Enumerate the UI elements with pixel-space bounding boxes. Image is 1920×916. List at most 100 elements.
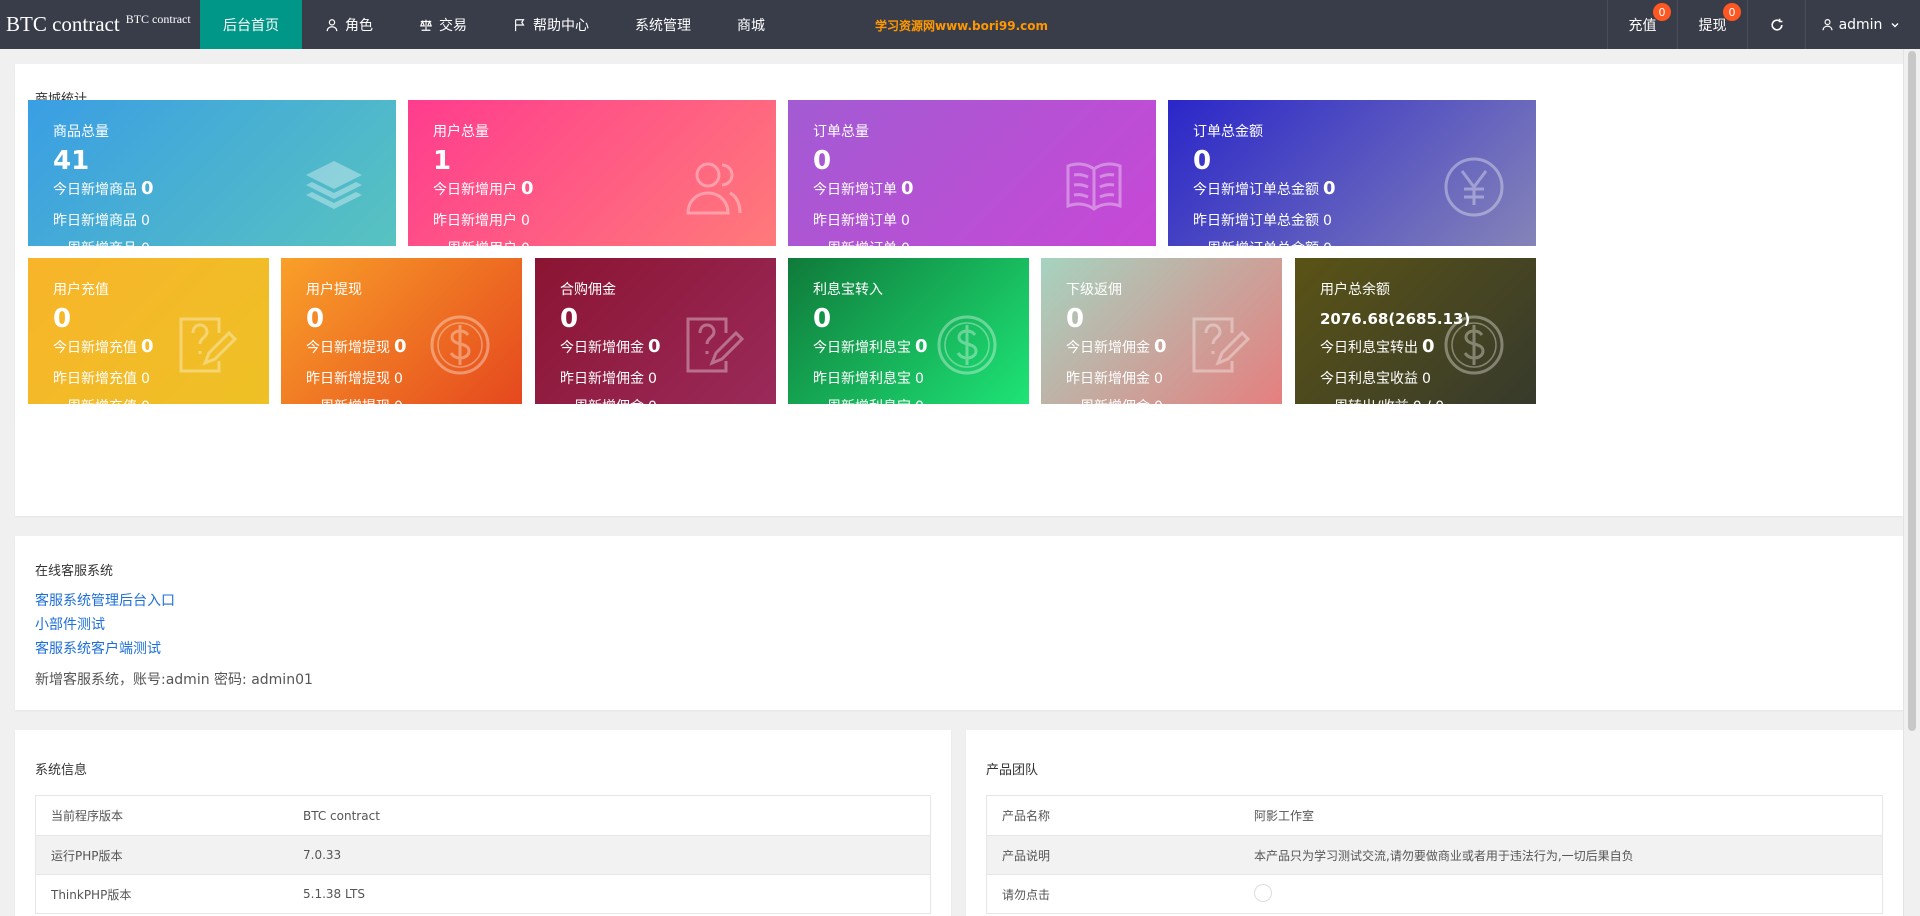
stat-value: 0 [1193, 146, 1212, 176]
withdraw-badge: 0 [1723, 3, 1741, 21]
vertical-scrollbar[interactable] [1903, 49, 1920, 916]
nav-home[interactable]: 后台首页 [200, 0, 302, 49]
stat-line-value: 0 [394, 371, 403, 387]
product-team-table: 产品名称 阿影工作室 产品说明 本产品只为学习测试交流,请勿要做商业或者用于违法… [986, 795, 1883, 914]
nav-help[interactable]: 帮助中心 [490, 0, 612, 49]
user-icon [1822, 19, 1833, 31]
stat-value: 0 [813, 304, 832, 334]
stat-card: 利息宝转入0今日新增利息宝0昨日新增利息宝0一周新增利息宝0 [788, 258, 1029, 404]
stat-line-yesterday: 昨日新增利息宝 0 [813, 368, 924, 388]
stat-line-label: 今日新增佣金 [1066, 340, 1150, 356]
stat-line-value: 0 [1422, 336, 1435, 357]
nav-trade-label: 交易 [439, 17, 467, 34]
stat-label: 用户总余额 [1320, 282, 1390, 298]
user-menu[interactable]: admin [1805, 0, 1920, 49]
stat-line-label: 一周新增佣金 [1066, 399, 1150, 404]
system-info-title: 系统信息 [35, 763, 88, 778]
stat-line-label: 一周新增佣金 [560, 399, 644, 404]
stat-line-value: 0 / 0 [1413, 399, 1444, 404]
stat-line-value: 0 [1323, 213, 1332, 229]
withdraw-button[interactable]: 提现 0 [1677, 0, 1747, 49]
brand-title: BTC contract [6, 12, 120, 36]
stat-label: 利息宝转入 [813, 282, 883, 298]
stat-line-label: 一周新增提现 [306, 399, 390, 404]
stat-line-today: 今日新增商品 0 [53, 178, 154, 199]
stat-label: 用户提现 [306, 282, 362, 298]
scrollbar-thumb[interactable] [1908, 51, 1916, 731]
stat-line-value: 0 [648, 336, 661, 357]
stat-line-label: 昨日新增用户 [433, 213, 517, 229]
top-right-actions: 充值 0 提现 0 admin [1607, 0, 1920, 49]
stat-label: 用户总量 [433, 124, 489, 140]
question-edit-icon [682, 313, 746, 377]
table-row: 产品名称 阿影工作室 [987, 796, 1882, 835]
stat-line-yesterday: 昨日新增佣金 0 [560, 368, 657, 388]
nav-system[interactable]: 系统管理 [612, 0, 714, 49]
stat-line-value: 0 [394, 336, 407, 357]
stat-line-yesterday: 昨日新增提现 0 [306, 368, 403, 388]
stat-line-yesterday: 昨日新增商品 0 [53, 210, 150, 230]
stat-line-today: 今日新增订单 0 [813, 178, 914, 199]
row-key: 运行PHP版本 [51, 848, 123, 863]
service-admin-link[interactable]: 客服系统管理后台入口 [35, 590, 175, 610]
stat-line-value: 0 [901, 178, 914, 199]
nav-system-label: 系统管理 [635, 17, 691, 34]
stat-line-value: 0 [1154, 371, 1163, 387]
yen-icon [1442, 155, 1506, 219]
stat-card: 用户充值0今日新增充值0昨日新增充值0一周新增充值0 [28, 258, 269, 404]
question-edit-icon [1188, 313, 1252, 377]
stat-line-week: 一周新增用户 0 [433, 238, 530, 246]
nav-roles-label: 角色 [345, 17, 373, 34]
nav-shop[interactable]: 商城 [714, 0, 788, 49]
stat-line-week: 一周新增订单总金额 0 [1193, 238, 1332, 246]
stat-line-week: 一周新增订单 0 [813, 238, 910, 246]
stat-line-label: 一周新增利息宝 [813, 399, 911, 404]
stat-line-label: 今日新增订单 [813, 182, 897, 198]
stat-line-label: 今日新增佣金 [560, 340, 644, 356]
nav-trade[interactable]: 交易 [396, 0, 490, 49]
layers-icon [302, 155, 366, 219]
stat-line-label: 一周新增充值 [53, 399, 137, 404]
table-row: 当前程序版本 BTC contract [36, 796, 930, 835]
stat-line-week: 一周新增佣金 0 [1066, 396, 1163, 404]
recharge-button[interactable]: 充值 0 [1607, 0, 1677, 49]
stat-line-label: 昨日新增佣金 [1066, 371, 1150, 387]
stat-line-value: 0 [141, 336, 154, 357]
stat-value: 0 [1066, 304, 1085, 334]
stat-line-value: 0 [521, 213, 530, 229]
stat-line-label: 昨日新增商品 [53, 213, 137, 229]
circle-icon[interactable] [1254, 883, 1272, 902]
stat-card: 下级返佣0今日新增佣金0昨日新增佣金0一周新增佣金0 [1041, 258, 1282, 404]
row-key: 产品名称 [1002, 809, 1051, 823]
book-icon [1062, 155, 1126, 219]
scale-icon [419, 19, 433, 31]
service-title: 在线客服系统 [35, 564, 114, 579]
stat-line-value: 0 [901, 241, 910, 246]
stat-line-value: 0 [648, 371, 657, 387]
row-value: 5.1.38 LTS [303, 887, 365, 901]
widget-test-link[interactable]: 小部件测试 [35, 614, 105, 634]
stat-line-label: 昨日新增订单总金额 [1193, 213, 1319, 229]
stat-line-value: 0 [915, 399, 924, 404]
stat-line-today: 今日新增用户 0 [433, 178, 534, 199]
stat-line-value: 0 [1154, 336, 1167, 357]
row-value: 本产品只为学习测试交流,请勿要做商业或者用于违法行为,一切后果自负 [1254, 848, 1634, 863]
row-key: 请勿点击 [1002, 887, 1051, 902]
dollar-icon [428, 313, 492, 377]
chevron-down-icon [1891, 22, 1899, 27]
refresh-button[interactable] [1747, 0, 1805, 49]
nav-help-label: 帮助中心 [533, 17, 589, 34]
dollar-icon [935, 313, 999, 377]
stat-card: 合购佣金0今日新增佣金0昨日新增佣金0一周新增佣金0 [535, 258, 776, 404]
brand[interactable]: BTC contract BTC contract [0, 0, 200, 49]
stat-line-value: 0 [141, 213, 150, 229]
product-team-title: 产品团队 [986, 763, 1039, 778]
stat-line-value: 0 [901, 213, 910, 229]
stat-line-value: 0 [648, 399, 657, 404]
brand-subtitle: BTC contract [125, 12, 191, 26]
stat-value: 1 [433, 146, 452, 176]
stat-line-today: 今日新增提现 0 [306, 336, 407, 357]
nav-roles[interactable]: 角色 [302, 0, 396, 49]
recharge-label: 充值 [1628, 17, 1657, 34]
client-test-link[interactable]: 客服系统客户端测试 [35, 638, 161, 658]
